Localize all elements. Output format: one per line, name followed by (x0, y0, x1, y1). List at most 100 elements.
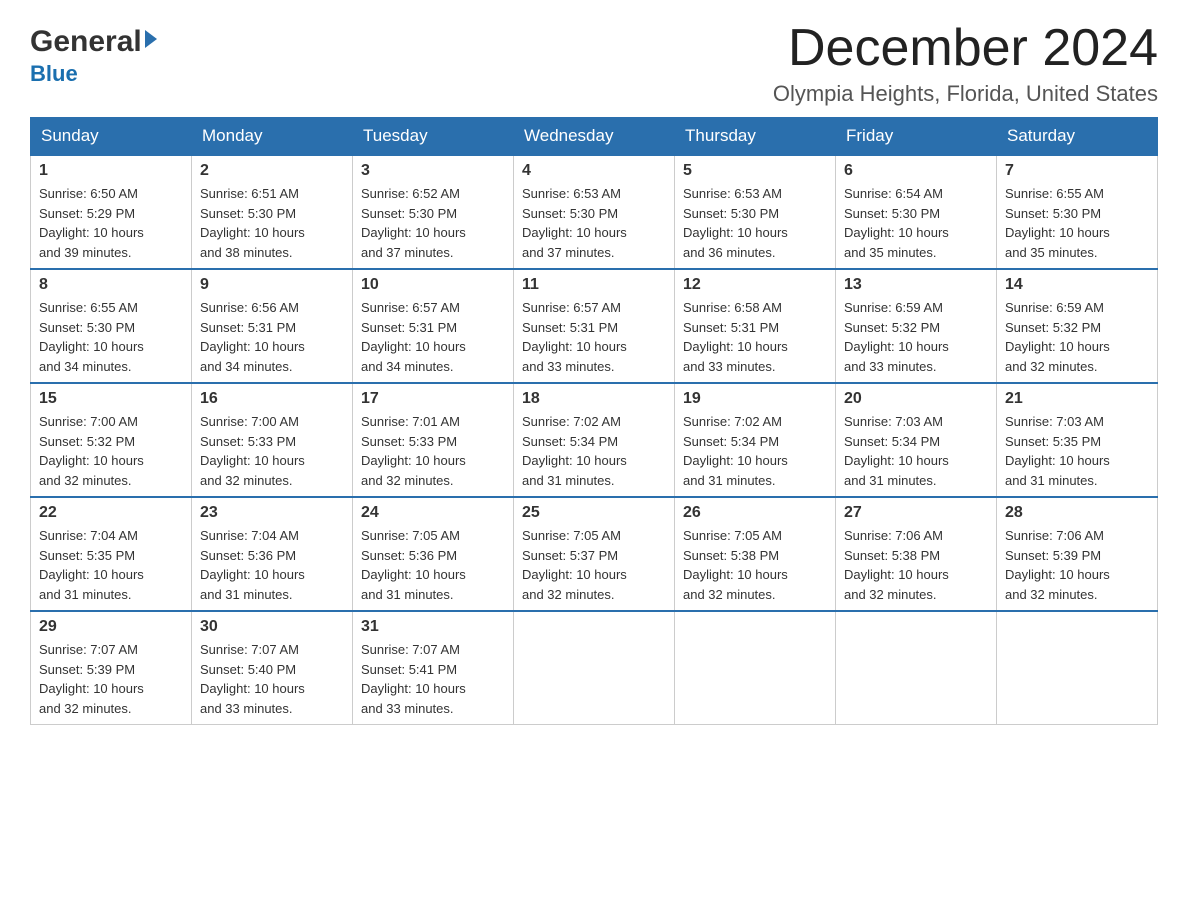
day-number: 10 (361, 276, 505, 294)
day-number: 21 (1005, 390, 1149, 408)
day-info: Sunrise: 7:01 AM Sunset: 5:33 PM Dayligh… (361, 412, 505, 490)
day-number: 16 (200, 390, 344, 408)
day-info: Sunrise: 7:04 AM Sunset: 5:36 PM Dayligh… (200, 526, 344, 604)
calendar-cell: 26 Sunrise: 7:05 AM Sunset: 5:38 PM Dayl… (675, 497, 836, 611)
calendar-cell: 10 Sunrise: 6:57 AM Sunset: 5:31 PM Dayl… (353, 269, 514, 383)
logo: General Blue (30, 20, 157, 87)
day-info: Sunrise: 6:54 AM Sunset: 5:30 PM Dayligh… (844, 184, 988, 262)
day-info: Sunrise: 6:59 AM Sunset: 5:32 PM Dayligh… (1005, 298, 1149, 376)
calendar-cell: 9 Sunrise: 6:56 AM Sunset: 5:31 PM Dayli… (192, 269, 353, 383)
calendar-cell: 16 Sunrise: 7:00 AM Sunset: 5:33 PM Dayl… (192, 383, 353, 497)
calendar-cell: 24 Sunrise: 7:05 AM Sunset: 5:36 PM Dayl… (353, 497, 514, 611)
day-info: Sunrise: 7:07 AM Sunset: 5:40 PM Dayligh… (200, 640, 344, 718)
day-info: Sunrise: 7:05 AM Sunset: 5:38 PM Dayligh… (683, 526, 827, 604)
calendar-week-row: 1 Sunrise: 6:50 AM Sunset: 5:29 PM Dayli… (31, 155, 1158, 269)
calendar-header-monday: Monday (192, 118, 353, 156)
day-info: Sunrise: 7:07 AM Sunset: 5:41 PM Dayligh… (361, 640, 505, 718)
calendar-week-row: 15 Sunrise: 7:00 AM Sunset: 5:32 PM Dayl… (31, 383, 1158, 497)
calendar-cell: 21 Sunrise: 7:03 AM Sunset: 5:35 PM Dayl… (997, 383, 1158, 497)
month-title: December 2024 (773, 20, 1158, 77)
calendar-cell: 8 Sunrise: 6:55 AM Sunset: 5:30 PM Dayli… (31, 269, 192, 383)
day-number: 24 (361, 504, 505, 522)
day-number: 11 (522, 276, 666, 294)
day-info: Sunrise: 7:00 AM Sunset: 5:32 PM Dayligh… (39, 412, 183, 490)
calendar-cell: 18 Sunrise: 7:02 AM Sunset: 5:34 PM Dayl… (514, 383, 675, 497)
day-number: 7 (1005, 162, 1149, 180)
day-info: Sunrise: 6:56 AM Sunset: 5:31 PM Dayligh… (200, 298, 344, 376)
day-number: 20 (844, 390, 988, 408)
logo-general-text: General (30, 25, 142, 59)
day-info: Sunrise: 7:05 AM Sunset: 5:36 PM Dayligh… (361, 526, 505, 604)
day-info: Sunrise: 6:55 AM Sunset: 5:30 PM Dayligh… (39, 298, 183, 376)
calendar-week-row: 8 Sunrise: 6:55 AM Sunset: 5:30 PM Dayli… (31, 269, 1158, 383)
calendar-cell (514, 611, 675, 725)
calendar-header-friday: Friday (836, 118, 997, 156)
calendar-cell: 29 Sunrise: 7:07 AM Sunset: 5:39 PM Dayl… (31, 611, 192, 725)
calendar-cell: 20 Sunrise: 7:03 AM Sunset: 5:34 PM Dayl… (836, 383, 997, 497)
calendar-cell: 11 Sunrise: 6:57 AM Sunset: 5:31 PM Dayl… (514, 269, 675, 383)
day-info: Sunrise: 7:04 AM Sunset: 5:35 PM Dayligh… (39, 526, 183, 604)
calendar-cell: 23 Sunrise: 7:04 AM Sunset: 5:36 PM Dayl… (192, 497, 353, 611)
calendar-header-saturday: Saturday (997, 118, 1158, 156)
calendar-table: SundayMondayTuesdayWednesdayThursdayFrid… (30, 117, 1158, 725)
calendar-cell: 4 Sunrise: 6:53 AM Sunset: 5:30 PM Dayli… (514, 155, 675, 269)
day-number: 5 (683, 162, 827, 180)
title-block: December 2024 Olympia Heights, Florida, … (773, 20, 1158, 107)
calendar-cell: 27 Sunrise: 7:06 AM Sunset: 5:38 PM Dayl… (836, 497, 997, 611)
day-info: Sunrise: 6:53 AM Sunset: 5:30 PM Dayligh… (522, 184, 666, 262)
calendar-cell: 19 Sunrise: 7:02 AM Sunset: 5:34 PM Dayl… (675, 383, 836, 497)
day-info: Sunrise: 7:00 AM Sunset: 5:33 PM Dayligh… (200, 412, 344, 490)
calendar-cell: 15 Sunrise: 7:00 AM Sunset: 5:32 PM Dayl… (31, 383, 192, 497)
day-info: Sunrise: 6:50 AM Sunset: 5:29 PM Dayligh… (39, 184, 183, 262)
calendar-week-row: 29 Sunrise: 7:07 AM Sunset: 5:39 PM Dayl… (31, 611, 1158, 725)
day-number: 22 (39, 504, 183, 522)
logo-arrow-icon (145, 30, 157, 48)
calendar-cell: 6 Sunrise: 6:54 AM Sunset: 5:30 PM Dayli… (836, 155, 997, 269)
calendar-header-row: SundayMondayTuesdayWednesdayThursdayFrid… (31, 118, 1158, 156)
day-info: Sunrise: 6:53 AM Sunset: 5:30 PM Dayligh… (683, 184, 827, 262)
calendar-cell: 25 Sunrise: 7:05 AM Sunset: 5:37 PM Dayl… (514, 497, 675, 611)
calendar-week-row: 22 Sunrise: 7:04 AM Sunset: 5:35 PM Dayl… (31, 497, 1158, 611)
calendar-header-wednesday: Wednesday (514, 118, 675, 156)
calendar-header-thursday: Thursday (675, 118, 836, 156)
calendar-cell: 12 Sunrise: 6:58 AM Sunset: 5:31 PM Dayl… (675, 269, 836, 383)
calendar-cell (675, 611, 836, 725)
day-number: 12 (683, 276, 827, 294)
calendar-cell (997, 611, 1158, 725)
day-info: Sunrise: 7:02 AM Sunset: 5:34 PM Dayligh… (522, 412, 666, 490)
day-info: Sunrise: 6:55 AM Sunset: 5:30 PM Dayligh… (1005, 184, 1149, 262)
calendar-cell: 13 Sunrise: 6:59 AM Sunset: 5:32 PM Dayl… (836, 269, 997, 383)
day-number: 13 (844, 276, 988, 294)
calendar-cell: 3 Sunrise: 6:52 AM Sunset: 5:30 PM Dayli… (353, 155, 514, 269)
day-info: Sunrise: 7:06 AM Sunset: 5:39 PM Dayligh… (1005, 526, 1149, 604)
day-number: 4 (522, 162, 666, 180)
day-number: 29 (39, 618, 183, 636)
calendar-cell (836, 611, 997, 725)
day-number: 25 (522, 504, 666, 522)
day-number: 15 (39, 390, 183, 408)
day-number: 17 (361, 390, 505, 408)
day-number: 27 (844, 504, 988, 522)
day-number: 19 (683, 390, 827, 408)
day-info: Sunrise: 6:59 AM Sunset: 5:32 PM Dayligh… (844, 298, 988, 376)
calendar-header-sunday: Sunday (31, 118, 192, 156)
calendar-cell: 28 Sunrise: 7:06 AM Sunset: 5:39 PM Dayl… (997, 497, 1158, 611)
day-info: Sunrise: 6:57 AM Sunset: 5:31 PM Dayligh… (522, 298, 666, 376)
day-number: 1 (39, 162, 183, 180)
calendar-cell: 5 Sunrise: 6:53 AM Sunset: 5:30 PM Dayli… (675, 155, 836, 269)
calendar-cell: 30 Sunrise: 7:07 AM Sunset: 5:40 PM Dayl… (192, 611, 353, 725)
day-number: 28 (1005, 504, 1149, 522)
calendar-cell: 17 Sunrise: 7:01 AM Sunset: 5:33 PM Dayl… (353, 383, 514, 497)
day-info: Sunrise: 7:06 AM Sunset: 5:38 PM Dayligh… (844, 526, 988, 604)
day-info: Sunrise: 7:02 AM Sunset: 5:34 PM Dayligh… (683, 412, 827, 490)
day-info: Sunrise: 7:07 AM Sunset: 5:39 PM Dayligh… (39, 640, 183, 718)
day-info: Sunrise: 7:05 AM Sunset: 5:37 PM Dayligh… (522, 526, 666, 604)
day-number: 8 (39, 276, 183, 294)
calendar-cell: 2 Sunrise: 6:51 AM Sunset: 5:30 PM Dayli… (192, 155, 353, 269)
calendar-cell: 22 Sunrise: 7:04 AM Sunset: 5:35 PM Dayl… (31, 497, 192, 611)
day-number: 26 (683, 504, 827, 522)
day-info: Sunrise: 6:52 AM Sunset: 5:30 PM Dayligh… (361, 184, 505, 262)
day-number: 31 (361, 618, 505, 636)
day-info: Sunrise: 7:03 AM Sunset: 5:34 PM Dayligh… (844, 412, 988, 490)
day-number: 30 (200, 618, 344, 636)
